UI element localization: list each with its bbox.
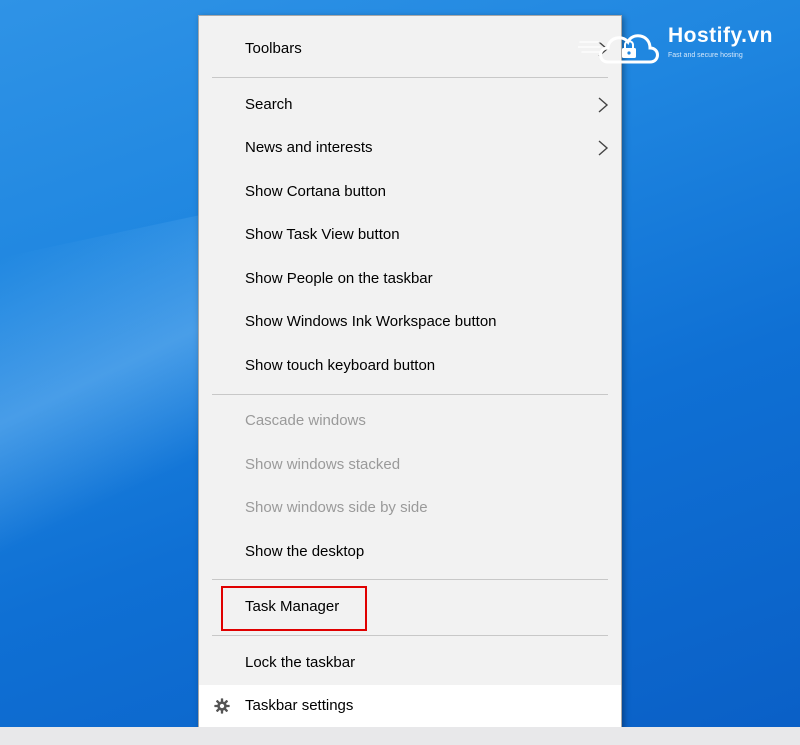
menu-item-show-cortana-button[interactable]: Show Cortana button	[199, 171, 621, 214]
menu-item-label: Show Task View button	[245, 226, 400, 243]
menu-item-label: Show touch keyboard button	[245, 357, 436, 374]
menu-item-show-ink-workspace[interactable]: Show Windows Ink Workspace button	[199, 301, 621, 344]
menu-item-label: Toolbars	[245, 40, 302, 57]
brand-tagline: Fast and secure hosting	[668, 52, 743, 59]
menu-item-label: Lock the taskbar	[245, 654, 356, 671]
menu-item-search[interactable]: Search	[199, 84, 621, 127]
gear-icon	[214, 698, 230, 714]
menu-item-label: Show Cortana button	[245, 183, 386, 200]
taskbar[interactable]	[0, 727, 800, 745]
menu-separator	[212, 77, 608, 78]
brand-name: Hostify.vn	[668, 24, 773, 47]
menu-item-label: Show the desktop	[245, 543, 365, 560]
menu-separator	[212, 579, 608, 580]
menu-item-label: News and interests	[245, 139, 373, 156]
menu-item-show-windows-side-by-side: Show windows side by side	[199, 487, 621, 530]
menu-separator	[212, 394, 608, 395]
menu-item-label: Show windows stacked	[245, 456, 401, 473]
highlight-box	[221, 586, 367, 631]
menu-item-show-task-view-button[interactable]: Show Task View button	[199, 214, 621, 257]
chevron-right-icon	[598, 97, 609, 113]
menu-item-taskbar-settings[interactable]: Taskbar settings	[199, 685, 621, 728]
menu-item-news-and-interests[interactable]: News and interests	[199, 127, 621, 170]
menu-item-show-touch-keyboard[interactable]: Show touch keyboard button	[199, 345, 621, 388]
menu-item-label: Show windows side by side	[245, 499, 428, 516]
menu-item-label: Search	[245, 96, 293, 113]
menu-item-label: Cascade windows	[245, 412, 366, 429]
menu-item-label: Taskbar settings	[245, 697, 354, 714]
menu-item-cascade-windows: Cascade windows	[199, 400, 621, 443]
menu-separator	[212, 635, 608, 636]
menu-item-lock-taskbar[interactable]: Lock the taskbar	[199, 642, 621, 685]
menu-item-show-windows-stacked: Show windows stacked	[199, 444, 621, 487]
menu-item-show-desktop[interactable]: Show the desktop	[199, 531, 621, 574]
cloud-lock-icon	[578, 34, 659, 64]
menu-item-show-people[interactable]: Show People on the taskbar	[199, 258, 621, 301]
hostify-watermark: Hostify.vn Fast and secure hosting	[578, 22, 800, 70]
menu-item-label: Show Windows Ink Workspace button	[245, 313, 497, 330]
menu-item-toolbars[interactable]: Toolbars	[199, 28, 621, 71]
chevron-right-icon	[598, 140, 609, 156]
menu-item-label: Show People on the taskbar	[245, 270, 433, 287]
taskbar-context-menu: Toolbars Search News and interests Show …	[198, 15, 622, 739]
